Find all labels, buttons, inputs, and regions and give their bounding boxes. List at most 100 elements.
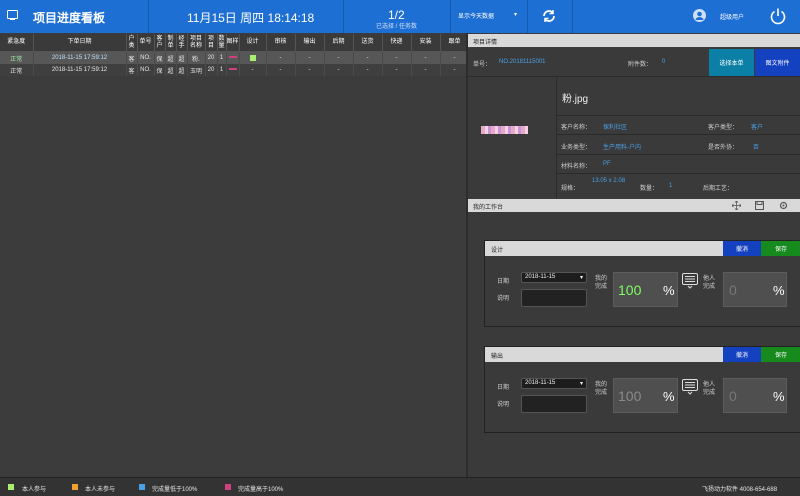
- column-header[interactable]: 户类: [126, 34, 138, 52]
- table-cell: 超: [165, 51, 177, 64]
- legend-swatch: [72, 484, 78, 490]
- description-input[interactable]: [521, 289, 587, 307]
- material-value: PF: [603, 161, 611, 167]
- progress-mark: [228, 68, 237, 71]
- table-cell: -: [324, 51, 354, 64]
- chevron-down-icon[interactable]: ▾: [514, 11, 517, 18]
- others-completion-value: 0: [729, 282, 737, 298]
- app-title: 项目进度看板: [33, 11, 106, 25]
- column-header[interactable]: 跟单: [440, 34, 470, 52]
- user-name[interactable]: 超级用户: [720, 12, 744, 21]
- workbench-title: 我的工作台: [473, 205, 504, 211]
- table-cell: -: [353, 51, 383, 64]
- others-completion-field: 0 %: [723, 378, 787, 413]
- column-header[interactable]: 经手: [176, 34, 188, 52]
- others-completion-label: 他人完成: [703, 276, 716, 290]
- others-completion-field: 0 %: [723, 272, 787, 307]
- customer-value: 保利社区: [603, 125, 628, 131]
- divider: [343, 0, 344, 33]
- my-completion-label: 我的完成: [595, 382, 608, 396]
- column-header[interactable]: 送货: [353, 34, 383, 52]
- percent-sign: %: [773, 283, 785, 298]
- outsource-value: 否: [753, 145, 760, 151]
- attachments-button[interactable]: 图文附件: [755, 49, 800, 76]
- date-value: 2018-11-15: [525, 380, 556, 386]
- column-header[interactable]: 下单日期: [33, 34, 127, 52]
- column-header[interactable]: 安装: [411, 34, 441, 52]
- business-type-label: 业务类型：: [561, 145, 592, 151]
- table-cell: 1: [217, 64, 227, 76]
- undo-button[interactable]: 撤消: [723, 241, 761, 256]
- chevron-down-icon: ▾: [579, 275, 583, 281]
- table-row[interactable]: 正常 2018-11-15 17:59:12 客 NO. 保 超 超 粉. 20…: [0, 51, 470, 64]
- save-button[interactable]: 保存: [761, 241, 800, 256]
- legend-label: 本人参与: [22, 487, 47, 493]
- sample-cell: [226, 64, 240, 76]
- task-card-output: 输出 撤消 保存 日期 2018-11-15 ▾ 说明 我的完成 100 % 他…: [484, 346, 800, 433]
- table-row[interactable]: 正常 2018-11-15 17:59:12 客 NO. 保 超 超 玉明 20…: [0, 64, 470, 76]
- column-header[interactable]: 紧急度: [0, 34, 34, 52]
- move-icon[interactable]: [732, 201, 741, 210]
- divider: [148, 0, 149, 33]
- column-header[interactable]: 设计: [239, 34, 267, 52]
- task-name: 设计: [491, 248, 504, 254]
- image-thumbnail[interactable]: [481, 126, 528, 134]
- undo-button[interactable]: 撤消: [723, 347, 761, 362]
- others-completion-value: 0: [729, 388, 737, 404]
- table-cell: -: [382, 64, 412, 76]
- column-header[interactable]: 客户: [154, 34, 166, 52]
- save-icon[interactable]: [755, 201, 764, 210]
- column-header[interactable]: 快递: [382, 34, 412, 52]
- order-date-cell: 2018-11-15 17:59:12: [33, 64, 127, 76]
- refresh-icon[interactable]: [541, 8, 557, 24]
- clock-weekday: 周四: [240, 11, 265, 25]
- image-preview[interactable]: [468, 77, 557, 198]
- column-header[interactable]: 图样: [226, 34, 240, 52]
- my-completion-field[interactable]: 100 %: [613, 272, 678, 307]
- table-cell: -: [411, 51, 441, 64]
- my-completion-label: 我的完成: [595, 276, 608, 290]
- detail-header: 项目详情: [468, 34, 800, 47]
- description-input[interactable]: [521, 395, 587, 413]
- clock-time: 18:14:18: [267, 11, 315, 25]
- gear-icon[interactable]: [779, 201, 788, 210]
- selection-counter-caption: 已选择 / 任务数: [376, 24, 418, 30]
- save-button[interactable]: 保存: [761, 347, 800, 362]
- post-process-label: 后期工艺：: [703, 186, 734, 192]
- date-select[interactable]: 2018-11-15 ▾: [521, 272, 587, 283]
- column-header[interactable]: 输出: [295, 34, 325, 52]
- quantity-label: 数量：: [640, 186, 659, 192]
- table-cell: 超: [165, 64, 177, 76]
- divider: [557, 115, 800, 116]
- column-header[interactable]: 后期: [324, 34, 354, 52]
- column-header[interactable]: 审核: [266, 34, 296, 52]
- task-name: 输出: [491, 354, 504, 360]
- user-icon[interactable]: [693, 9, 706, 22]
- customer-label: 客户名称：: [561, 125, 592, 131]
- file-name: 粉.jpg: [562, 94, 589, 105]
- select-order-button[interactable]: 选择本单: [709, 49, 754, 76]
- table-cell: -: [440, 64, 470, 76]
- column-header[interactable]: 制单: [165, 34, 177, 52]
- legend-swatch: [225, 484, 231, 490]
- list-icon[interactable]: [682, 273, 698, 289]
- description-label: 说明: [497, 402, 510, 408]
- my-completion-value: 100: [618, 282, 642, 298]
- table-cell: NO.: [137, 51, 155, 64]
- column-header[interactable]: 项目名称: [187, 34, 206, 52]
- progress-mark: [228, 56, 237, 59]
- power-icon[interactable]: [768, 6, 788, 26]
- attachment-count-label: 附件数：: [628, 62, 653, 68]
- legend-label: 完成量低于100%: [152, 487, 198, 493]
- table-cell: 粉.: [187, 51, 206, 64]
- data-filter-select[interactable]: 显示今天数据: [458, 11, 494, 20]
- column-header[interactable]: 数量: [217, 34, 227, 52]
- order-date-cell: 2018-11-15 17:59:12: [33, 51, 127, 64]
- column-header[interactable]: 项目: [205, 34, 218, 52]
- my-completion-field[interactable]: 100 %: [613, 378, 678, 413]
- task-card-header: 输出: [485, 347, 723, 362]
- list-icon[interactable]: [682, 379, 698, 395]
- column-header[interactable]: 单号: [137, 34, 155, 52]
- table-cell: -: [353, 64, 383, 76]
- date-select[interactable]: 2018-11-15 ▾: [521, 378, 587, 389]
